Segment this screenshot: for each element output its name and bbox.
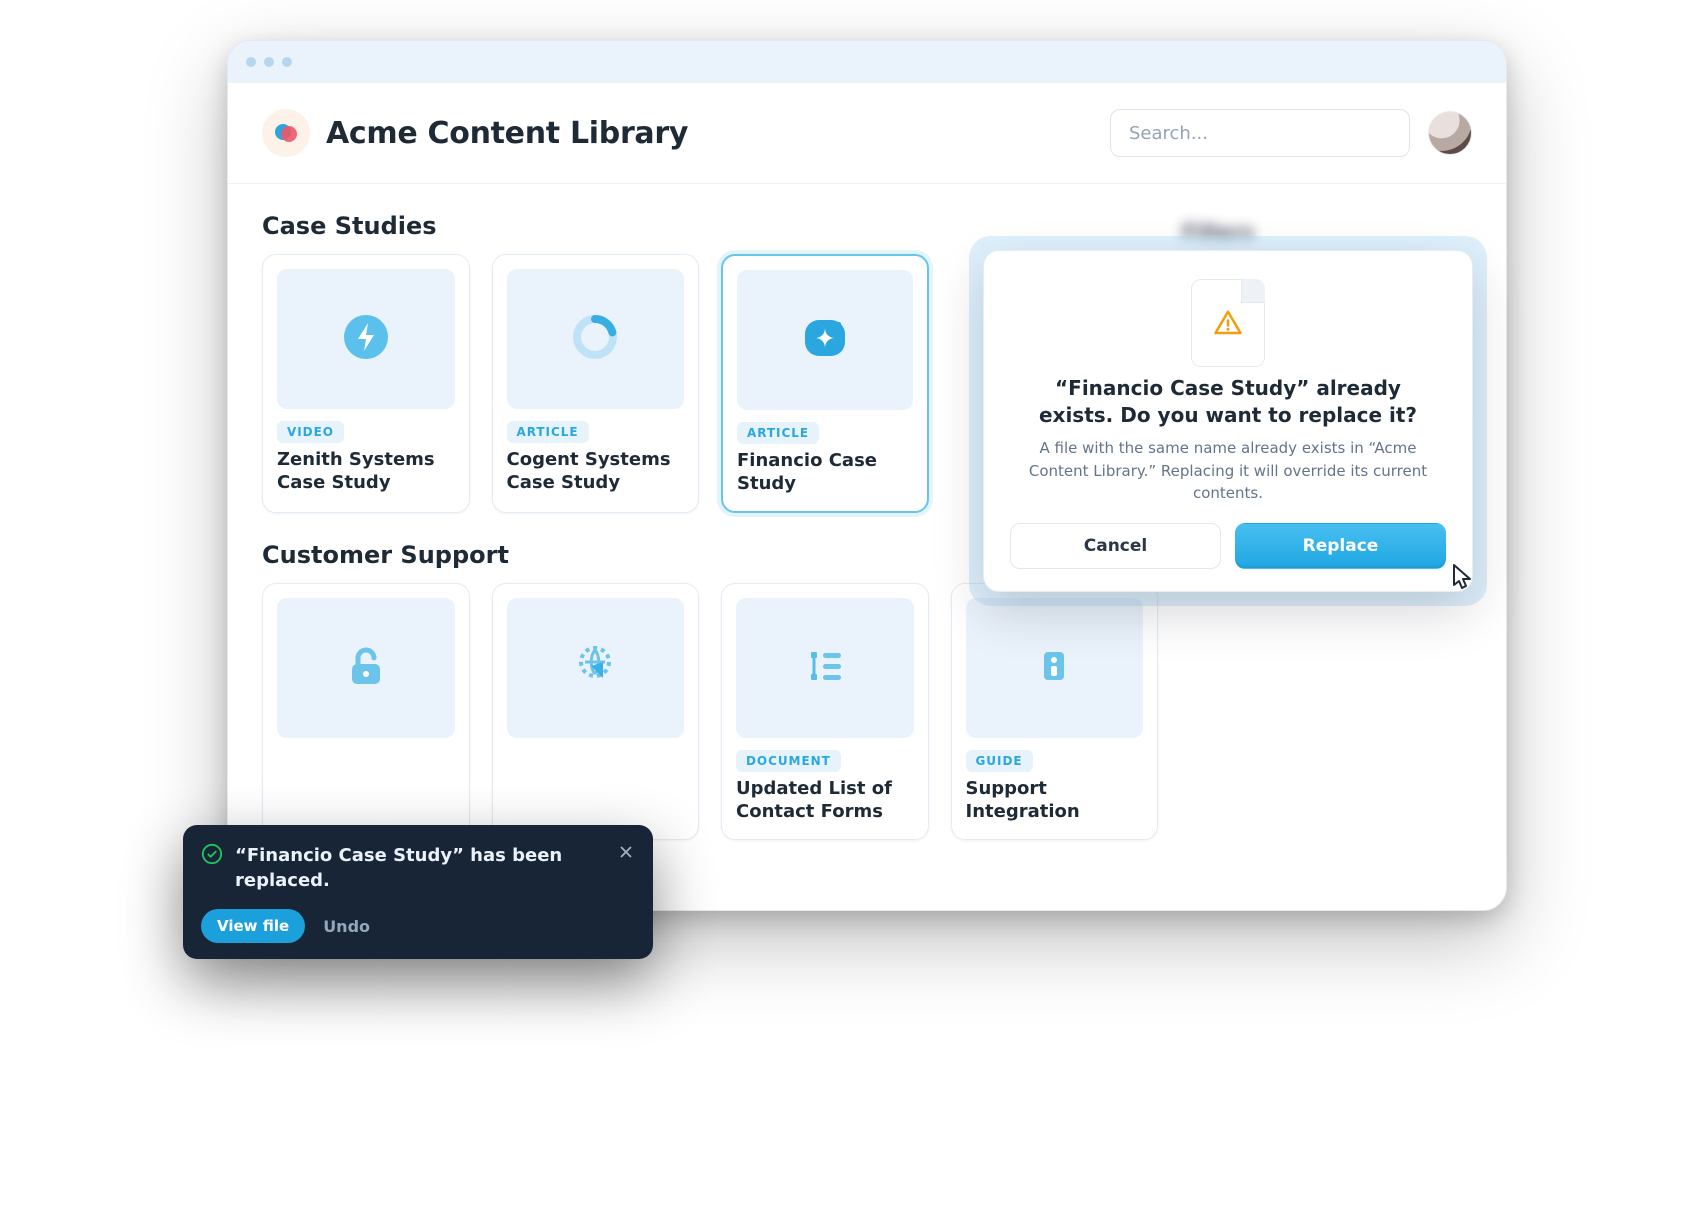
traffic-light-min-icon[interactable] [264, 57, 274, 67]
content-card[interactable] [492, 583, 700, 840]
content-card[interactable]: ARTICLE Financio Case Study [721, 254, 929, 513]
bolt-icon [338, 309, 394, 369]
unlock-icon [338, 638, 394, 698]
cancel-button[interactable]: Cancel [1010, 523, 1221, 569]
list-tree-icon [797, 638, 853, 698]
close-icon[interactable] [617, 843, 635, 865]
success-check-icon [201, 843, 223, 869]
file-warning-icon [1191, 279, 1265, 367]
card-thumb [507, 598, 685, 738]
card-title: Zenith Systems Case Study [277, 449, 455, 494]
traffic-light-close-icon[interactable] [246, 57, 256, 67]
globe-arrow-icon [567, 638, 623, 698]
brand: Acme Content Library [262, 109, 688, 157]
card-title: Financio Case Study [737, 450, 913, 495]
content-card[interactable]: GUIDE Support Integration [951, 583, 1159, 840]
card-thumb [277, 598, 455, 738]
content-card[interactable]: VIDEO Zenith Systems Case Study [262, 254, 470, 513]
search-input[interactable] [1127, 122, 1393, 145]
content-card[interactable]: DOCUMENT Updated List of Contact Forms [721, 583, 929, 840]
card-tag: ARTICLE [507, 421, 589, 443]
card-thumb [966, 598, 1144, 738]
toast: “Financio Case Study” has been replaced.… [183, 825, 653, 959]
traffic-light-max-icon[interactable] [282, 57, 292, 67]
card-title: Cogent Systems Case Study [507, 449, 685, 494]
content-card[interactable]: ARTICLE Cogent Systems Case Study [492, 254, 700, 513]
card-tag: GUIDE [966, 750, 1033, 772]
card-thumb [507, 269, 685, 409]
info-icon [1026, 638, 1082, 698]
card-tag: ARTICLE [737, 422, 819, 444]
content-card[interactable] [262, 583, 470, 840]
replace-button[interactable]: Replace [1235, 523, 1446, 569]
page-title: Acme Content Library [326, 116, 688, 151]
card-thumb [277, 269, 455, 409]
card-thumb [736, 598, 914, 738]
cursor-pointer-icon [1442, 561, 1478, 597]
undo-button[interactable]: Undo [323, 917, 370, 936]
sparkle-app-icon [797, 310, 853, 370]
toast-message: “Financio Case Study” has been replaced. [235, 843, 605, 893]
search-field[interactable] [1110, 109, 1410, 157]
replace-dialog: “Financio Case Study” already exists. Do… [983, 250, 1473, 592]
dialog-title: “Financio Case Study” already exists. Do… [1016, 375, 1440, 429]
avatar[interactable] [1428, 111, 1472, 155]
card-tag: VIDEO [277, 421, 344, 443]
dialog-body: A file with the same name already exists… [1018, 437, 1438, 505]
view-file-button[interactable]: View file [201, 909, 305, 943]
ring-chart-icon [567, 309, 623, 369]
card-tag: DOCUMENT [736, 750, 841, 772]
topbar: Acme Content Library [228, 83, 1506, 184]
card-thumb [737, 270, 913, 410]
window-titlebar [228, 41, 1506, 83]
brand-logo-icon [262, 109, 310, 157]
card-title: Support Integration [966, 778, 1144, 823]
card-title: Updated List of Contact Forms [736, 778, 914, 823]
